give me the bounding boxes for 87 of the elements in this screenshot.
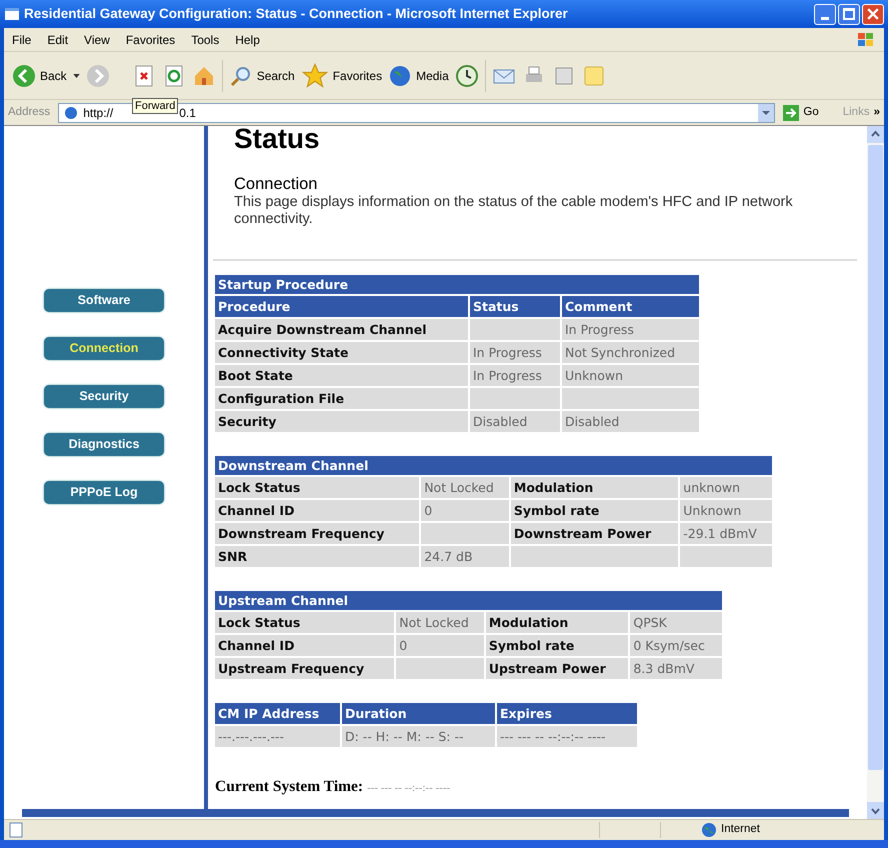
table-cell: Modulation	[510, 477, 678, 498]
page-heading: Status	[234, 124, 321, 154]
table-cell: Configuration File	[215, 388, 468, 409]
table-cell: ---.---.---.---	[215, 726, 340, 747]
column-header: Expires	[497, 703, 637, 724]
table-cell: Channel ID	[215, 635, 394, 656]
menu-item[interactable]: Favorites	[118, 30, 184, 48]
go-button[interactable]: Go	[779, 104, 823, 122]
go-arrow-icon	[783, 104, 800, 120]
table-cell: Symbol rate	[486, 635, 628, 656]
table-cell: Security	[215, 411, 468, 432]
table-cell: Upstream Frequency	[215, 658, 394, 679]
system-time-value: --- --- -- --:--:-- ----	[367, 781, 450, 796]
table-cell: Not Locked	[421, 477, 509, 498]
table-cell: Unknown	[562, 365, 699, 386]
table-cell: Lock Status	[215, 477, 420, 498]
table-title: Downstream Channel	[215, 456, 772, 475]
table-cell: Disabled	[470, 411, 560, 432]
page-description: This page displays information on the status of the cable modem's HFC and IP network connectivity.	[234, 194, 794, 228]
table-cell: unknown	[680, 477, 772, 498]
close-icon	[867, 8, 879, 20]
table-cell: --- --- -- --:--:-- ----	[497, 726, 637, 747]
table-cell: In Progress	[470, 365, 560, 386]
menu-item[interactable]: Tools	[183, 30, 228, 48]
table-cell: Upstream Power	[486, 658, 628, 679]
table-cell: 0 Ksym/sec	[630, 635, 722, 656]
table-cell: Connectivity State	[215, 342, 468, 363]
column-header: Duration	[342, 703, 495, 724]
table-cell: Channel ID	[215, 500, 420, 521]
scroll-down-icon[interactable]	[867, 802, 884, 819]
table-cell: Not Synchronized	[562, 342, 699, 363]
column-header: Comment	[562, 296, 699, 317]
table-cell: Downstream Frequency	[215, 523, 420, 544]
table-cell: In Progress	[470, 342, 560, 363]
column-header: CM IP Address	[215, 703, 340, 724]
table-cell: Downstream Power	[510, 523, 678, 544]
globe-icon	[701, 822, 717, 838]
table-cell: Lock Status	[215, 612, 394, 633]
address-label: Address	[8, 104, 50, 120]
table-title: Upstream Channel	[215, 591, 722, 610]
table-cell: 8.3 dBmV	[630, 658, 722, 679]
column-header: Procedure	[215, 296, 468, 317]
table-title: Startup Procedure	[215, 275, 699, 294]
menu-item[interactable]: Edit	[39, 30, 76, 48]
back-button[interactable]: Back	[12, 64, 67, 88]
table-cell: 0	[396, 635, 484, 656]
minimize-button[interactable]	[814, 4, 836, 24]
search-button[interactable]: Search	[228, 64, 295, 88]
table-cell: D: -- H: -- M: -- S: --	[342, 726, 495, 747]
favorites-button[interactable]: Favorites	[300, 62, 382, 90]
scroll-up-icon[interactable]	[867, 126, 884, 143]
close-button[interactable]	[862, 4, 884, 24]
table-cell: Boot State	[215, 365, 468, 386]
table-cell: 0	[421, 500, 509, 521]
table-cell: Not Locked	[396, 612, 484, 633]
table-cell: In Progress	[562, 319, 699, 340]
system-time-label: Current System Time:	[215, 777, 364, 797]
menu-item[interactable]: Help	[227, 30, 268, 48]
nav-button[interactable]: Diagnostics	[44, 433, 164, 456]
table-cell: Modulation	[486, 612, 628, 633]
tooltip: Forward	[132, 98, 178, 114]
menu-item[interactable]: View	[76, 30, 118, 48]
section-heading: Connection	[234, 174, 318, 194]
table-cell: Disabled	[562, 411, 699, 432]
star-icon	[300, 62, 329, 90]
nav-button[interactable]: Software	[44, 289, 164, 312]
dropdown-caret-icon[interactable]	[72, 74, 80, 78]
nav-button[interactable]: Security	[44, 385, 164, 408]
zone-label: Internet	[721, 822, 760, 838]
window-title: Residential Gateway Configuration: Status - Connection - Microsoft Internet Explorer	[24, 4, 568, 23]
table-cell: -29.1 dBmV	[680, 523, 772, 544]
history-icon[interactable]	[454, 64, 479, 88]
column-header: Status	[470, 296, 560, 317]
table-cell: 24.7 dB	[421, 546, 509, 567]
nav-button[interactable]: PPPoE Log	[44, 481, 164, 504]
globe-icon	[388, 64, 412, 88]
more-chevron[interactable]: »	[874, 104, 880, 122]
media-button[interactable]: Media	[388, 64, 449, 88]
maximize-button[interactable]	[838, 4, 860, 24]
table-cell: Symbol rate	[510, 500, 678, 521]
table-cell: SNR	[215, 546, 420, 567]
table-cell: Unknown	[680, 500, 772, 521]
table-cell: QPSK	[630, 612, 722, 633]
nav-button[interactable]: Connection	[44, 337, 164, 360]
table-cell: Acquire Downstream Channel	[215, 319, 468, 340]
menu-item[interactable]: File	[4, 30, 40, 48]
scrollbar[interactable]	[867, 126, 884, 819]
